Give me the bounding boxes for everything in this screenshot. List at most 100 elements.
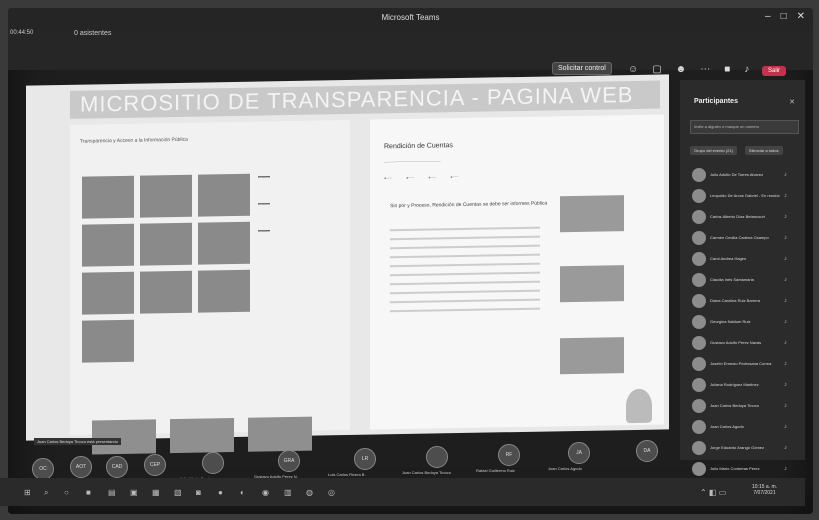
- mute-all-button[interactable]: Silenciar a todos: [744, 146, 783, 155]
- app-icon[interactable]: ◐: [240, 488, 245, 497]
- mic-icon: ♪: [784, 381, 787, 388]
- avatar-label: Juan Carlos Bedoya Tinoco: [402, 470, 451, 475]
- tile[interactable]: [198, 269, 250, 313]
- share-action[interactable]: ●──: [384, 175, 392, 180]
- app-icon[interactable]: ▦: [152, 488, 160, 497]
- participant-row[interactable]: Juan Carlos Agudo ♪: [692, 416, 797, 437]
- participant-row[interactable]: Julio Adolfo De Torres Alvarez ♪: [692, 164, 797, 185]
- avatar[interactable]: LR: [354, 448, 376, 470]
- avatar: [692, 398, 706, 413]
- side-link[interactable]: ▬▬▬: [258, 172, 328, 178]
- avatar: [692, 314, 706, 329]
- participant-row[interactable]: Claudia Inés Santamaria ♪: [692, 269, 797, 290]
- mic-icon: ♪: [784, 234, 787, 241]
- mic-icon: ♪: [784, 318, 787, 325]
- participant-row[interactable]: Carlos Alberto Díaz Betancourt ♪: [692, 206, 797, 227]
- app-icon[interactable]: ▣: [130, 488, 138, 497]
- more-icon[interactable]: ⋯: [700, 64, 710, 75]
- participant-row[interactable]: Carol Andrea Hagen ♪: [692, 248, 797, 269]
- avatar: [692, 293, 706, 308]
- window-title: Microsoft Teams: [381, 13, 440, 22]
- search-icon[interactable]: ⌕: [44, 488, 48, 498]
- participant-row[interactable]: Juan Carlos Bedoya Tinoco ♪: [692, 395, 797, 416]
- mic-icon: ♪: [784, 276, 787, 283]
- participant-row[interactable]: Juliana Rodríguez Martinez ♪: [692, 374, 797, 395]
- teams-icon[interactable]: ■: [86, 488, 91, 497]
- share-action[interactable]: ●──: [406, 175, 414, 180]
- close-icon[interactable]: ✕: [789, 98, 795, 106]
- windows-icon[interactable]: ⊞: [24, 488, 31, 497]
- chat-icon[interactable]: ▢: [652, 64, 661, 75]
- tile[interactable]: [82, 223, 134, 267]
- tile-grid: [82, 173, 250, 363]
- avatar[interactable]: RF: [498, 444, 520, 466]
- avatar[interactable]: [426, 446, 448, 468]
- request-control-button[interactable]: Solicitar control: [552, 62, 612, 75]
- mic-icon[interactable]: ♪: [744, 64, 749, 75]
- share-action[interactable]: ●──: [450, 174, 458, 179]
- avatar[interactable]: DA: [636, 440, 658, 462]
- participants-panel: Participantes ✕ Invite a alguien o marqu…: [680, 80, 805, 476]
- avatar[interactable]: OC: [32, 458, 54, 480]
- clock[interactable]: 10:15 a. m. 7/07/2021: [752, 484, 777, 496]
- side-column: ▬▬▬ ▬▬▬ ▬▬▬: [258, 172, 328, 254]
- participant-row[interactable]: Gustavo Adolfo Perez Navas ♪: [692, 332, 797, 353]
- reactions-icon[interactable]: ☻: [676, 64, 687, 75]
- meeting-timer: 00:44:50: [10, 30, 34, 36]
- app-icon[interactable]: ▥: [284, 488, 292, 497]
- leave-button[interactable]: Salir: [762, 66, 787, 76]
- avatar: [692, 419, 706, 434]
- close-button[interactable]: ✕: [797, 11, 805, 22]
- tile[interactable]: [140, 270, 192, 314]
- tab-event-group[interactable]: Grupo del evento (21): [690, 146, 737, 155]
- avatar[interactable]: CEP: [144, 454, 166, 476]
- avatar[interactable]: GRA: [278, 450, 300, 472]
- tray-icons[interactable]: ⌃ ◧ ▭: [700, 488, 726, 497]
- camera-icon[interactable]: ■: [724, 64, 730, 75]
- tile[interactable]: [140, 174, 192, 218]
- app-icon[interactable]: ◉: [262, 488, 269, 497]
- left-heading: Transparencia y Acceso a la Información …: [80, 136, 188, 145]
- tile[interactable]: [82, 175, 134, 219]
- article-image: [560, 265, 624, 303]
- avatar: [692, 167, 706, 182]
- tile[interactable]: [198, 221, 250, 265]
- maximize-button[interactable]: □: [781, 11, 787, 22]
- avatar[interactable]: JA: [568, 442, 590, 464]
- invite-input[interactable]: Invite a alguien o marque un número: [690, 120, 799, 134]
- participant-row[interactable]: Julio Mario Contreras Perez ♪: [692, 458, 797, 479]
- page-banner: MICROSITIO DE TRANSPARENCIA - PAGINA WEB: [70, 80, 660, 119]
- tile[interactable]: [82, 319, 134, 363]
- tile[interactable]: [82, 271, 134, 315]
- app-icon[interactable]: ◙: [196, 488, 201, 497]
- participant-row[interactable]: Diana Carolina Ruiz Barrera ♪: [692, 290, 797, 311]
- avatar[interactable]: [202, 452, 224, 474]
- avatar[interactable]: CAD: [106, 456, 128, 478]
- minimize-button[interactable]: –: [765, 11, 771, 22]
- avatar: [692, 461, 706, 476]
- share-action[interactable]: ●──: [428, 174, 436, 179]
- tile[interactable]: [198, 173, 250, 217]
- avatar[interactable]: AOT: [70, 456, 92, 478]
- explorer-icon[interactable]: ▤: [108, 488, 116, 497]
- app-icon[interactable]: ●: [218, 488, 223, 497]
- tile[interactable]: [140, 222, 192, 266]
- participant-row[interactable]: Joselín Ernesto Pedrosana Correa ♪: [692, 353, 797, 374]
- app-icon[interactable]: ◍: [306, 488, 313, 497]
- app-icon[interactable]: ▧: [174, 488, 182, 497]
- participant-row[interactable]: Carmen Cecilia Cadena Ocampo ♪: [692, 227, 797, 248]
- mic-icon: ♪: [784, 339, 787, 346]
- mic-icon: ♪: [784, 213, 787, 220]
- panel-tabs: Grupo del evento (21) Silenciar a todos: [690, 146, 783, 155]
- side-link[interactable]: ▬▬▬: [258, 199, 328, 205]
- app-icon[interactable]: ◎: [328, 488, 335, 497]
- people-icon[interactable]: ☺: [628, 64, 638, 75]
- side-link[interactable]: ▬▬▬: [258, 226, 328, 232]
- participant-row[interactable]: Georgina Naidum Ruiz ♪: [692, 311, 797, 332]
- org-logo: [626, 388, 652, 424]
- task-view-icon[interactable]: ○: [64, 488, 69, 497]
- mic-icon: ♪: [784, 465, 787, 472]
- participant-row[interactable]: Leopoldo De Arcos Gabriel - En reunión ♪: [692, 185, 797, 206]
- mic-icon: ♪: [784, 171, 787, 178]
- participant-row[interactable]: Jorge Eduardo Arango Gómez ♪: [692, 437, 797, 458]
